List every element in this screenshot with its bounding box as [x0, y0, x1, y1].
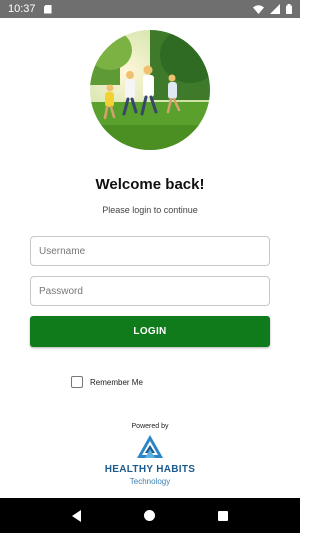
home-icon[interactable] — [143, 510, 155, 521]
username-field[interactable] — [30, 236, 270, 266]
status-bar: 10:37 — [0, 0, 300, 18]
signal-icon — [270, 4, 280, 14]
login-button[interactable]: LOGIN — [30, 316, 270, 347]
page-title: Welcome back! — [95, 176, 205, 193]
family-running-image — [90, 30, 210, 150]
back-icon[interactable] — [71, 509, 81, 522]
healthy-habits-logo-icon — [137, 435, 163, 458]
password-field[interactable] — [30, 276, 270, 306]
recents-icon[interactable] — [218, 510, 229, 521]
page-subtitle: Please login to continue — [102, 205, 198, 215]
navigation-bar — [0, 498, 300, 533]
powered-by-label: Powered by — [131, 423, 169, 430]
status-time: 10:37 — [8, 3, 36, 15]
battery-icon — [286, 4, 292, 14]
wifi-icon — [253, 4, 264, 14]
remember-me-toggle[interactable]: Remember Me — [71, 376, 143, 388]
remember-me-label: Remember Me — [90, 377, 143, 387]
brand-name: HEALTHY HABITS — [104, 464, 196, 475]
sd-card-icon — [43, 4, 52, 14]
remember-me-checkbox[interactable] — [71, 376, 83, 388]
brand-subtitle: Technology — [129, 477, 171, 486]
